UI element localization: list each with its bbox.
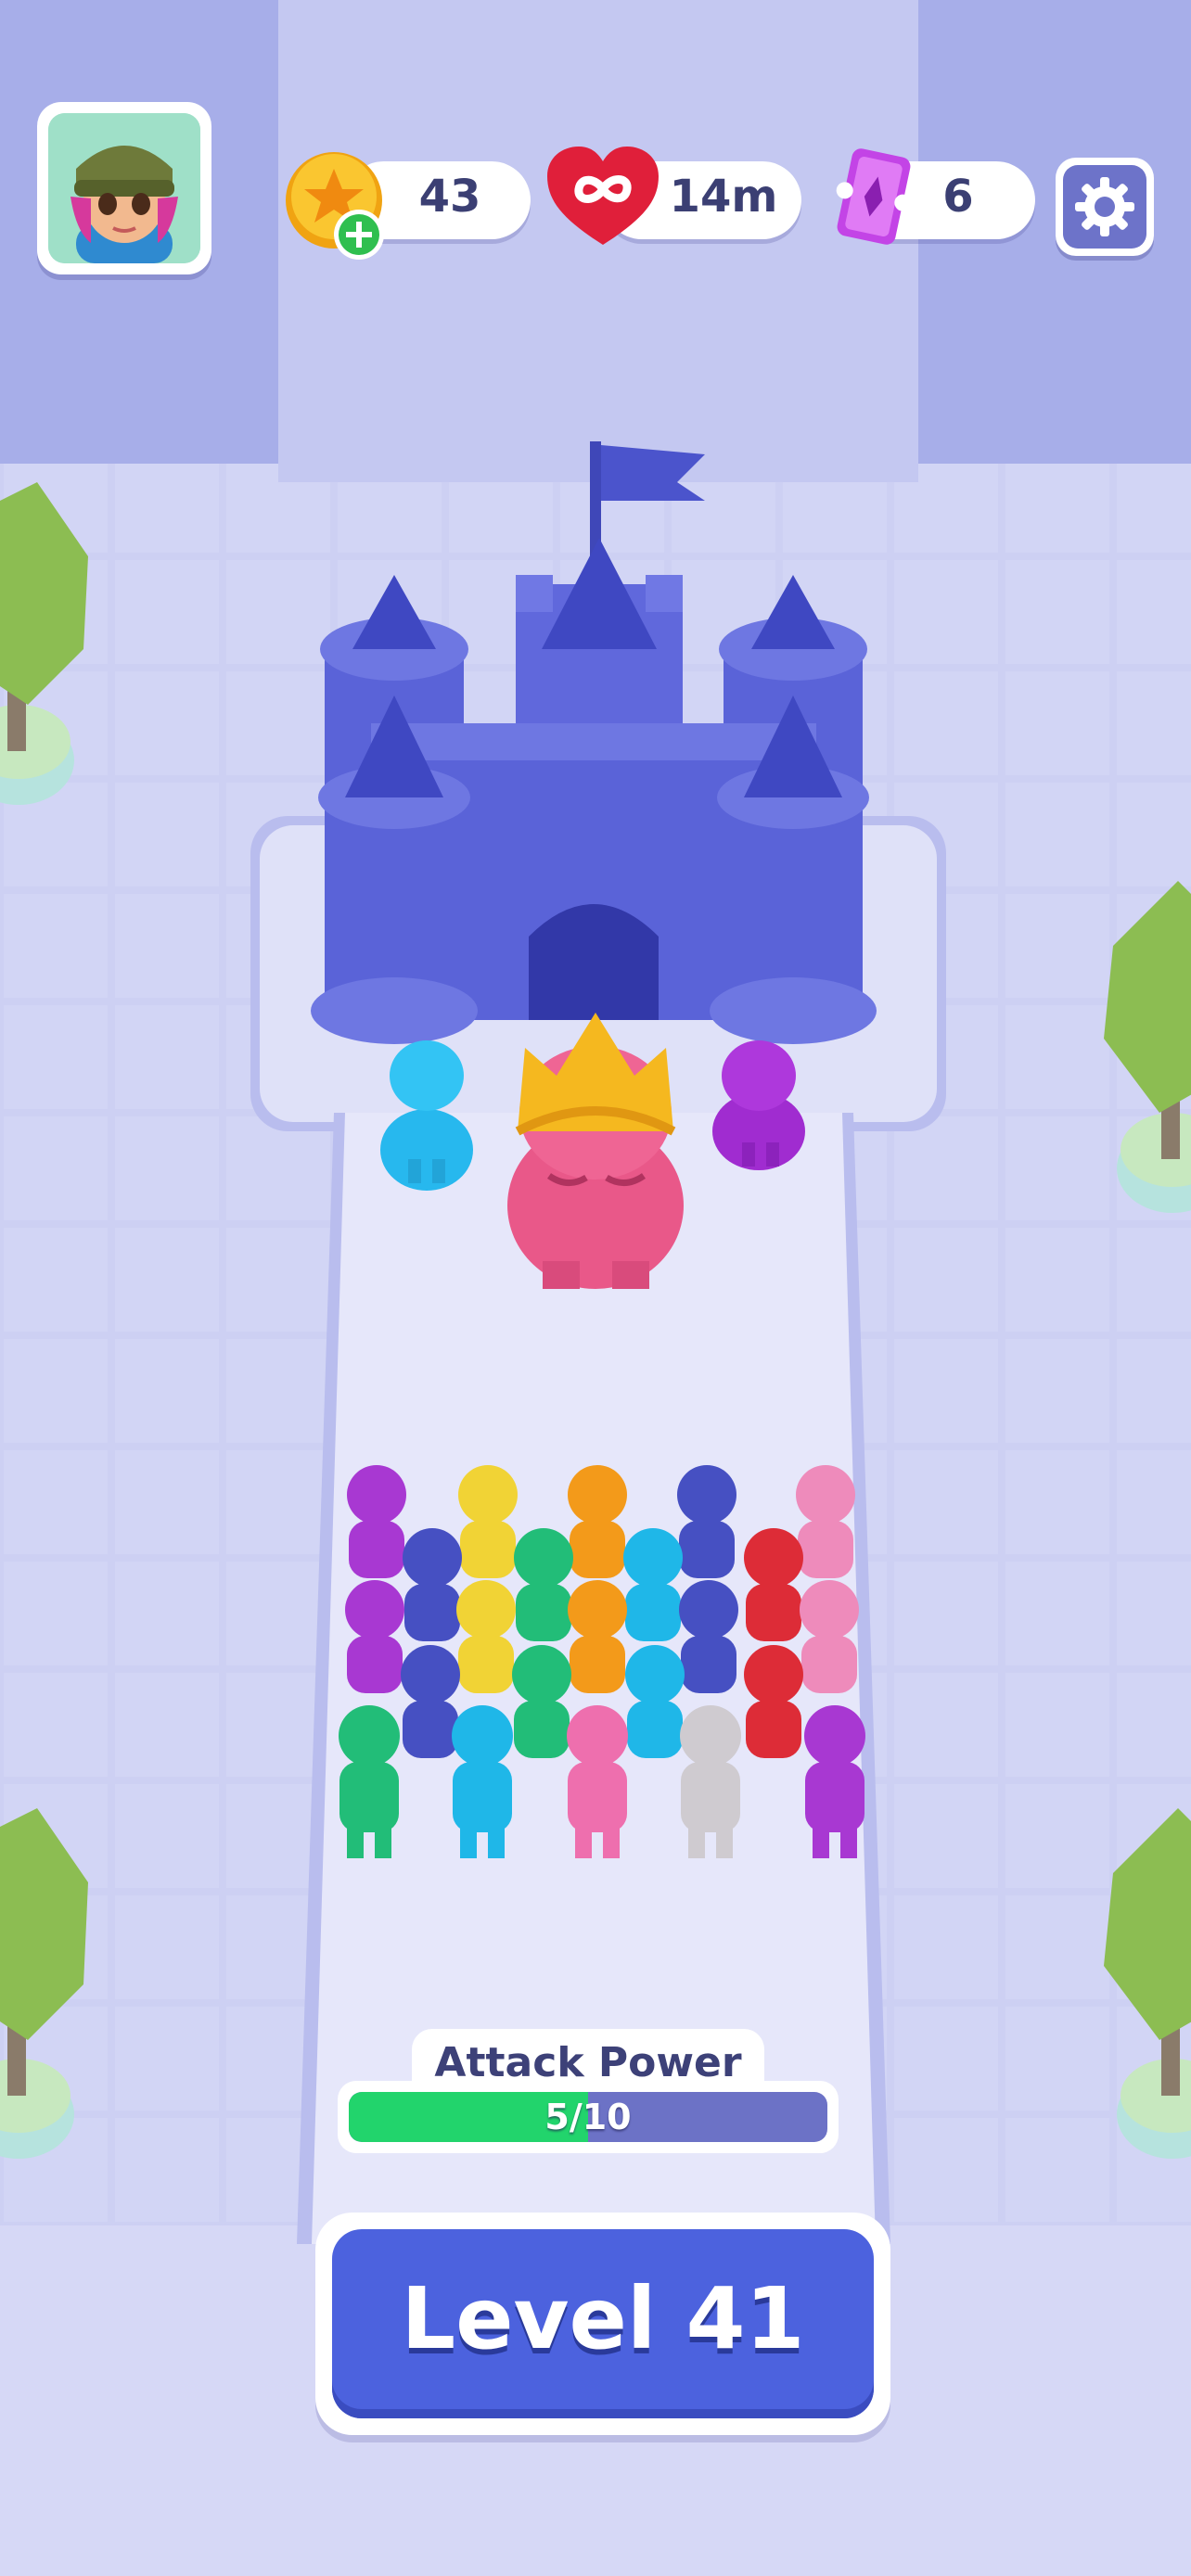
enemy-purple bbox=[712, 1040, 805, 1170]
infinity-heart-icon bbox=[547, 147, 659, 245]
player-avatar-button[interactable] bbox=[37, 102, 211, 274]
game-scene bbox=[0, 0, 1191, 2576]
gear-icon bbox=[1075, 177, 1134, 236]
hud: 43 14m 6 bbox=[0, 0, 1191, 278]
level-button-label[interactable]: Level 41 bbox=[332, 2229, 874, 2409]
lives-value: 14m bbox=[669, 171, 778, 223]
add-coins-button[interactable] bbox=[332, 208, 386, 261]
player-avatar-icon bbox=[48, 113, 200, 263]
coins-value: 43 bbox=[418, 171, 481, 223]
settings-button[interactable] bbox=[1056, 158, 1154, 256]
attack-power-value: 5/10 bbox=[544, 2097, 632, 2137]
ticket-icon bbox=[836, 148, 912, 245]
